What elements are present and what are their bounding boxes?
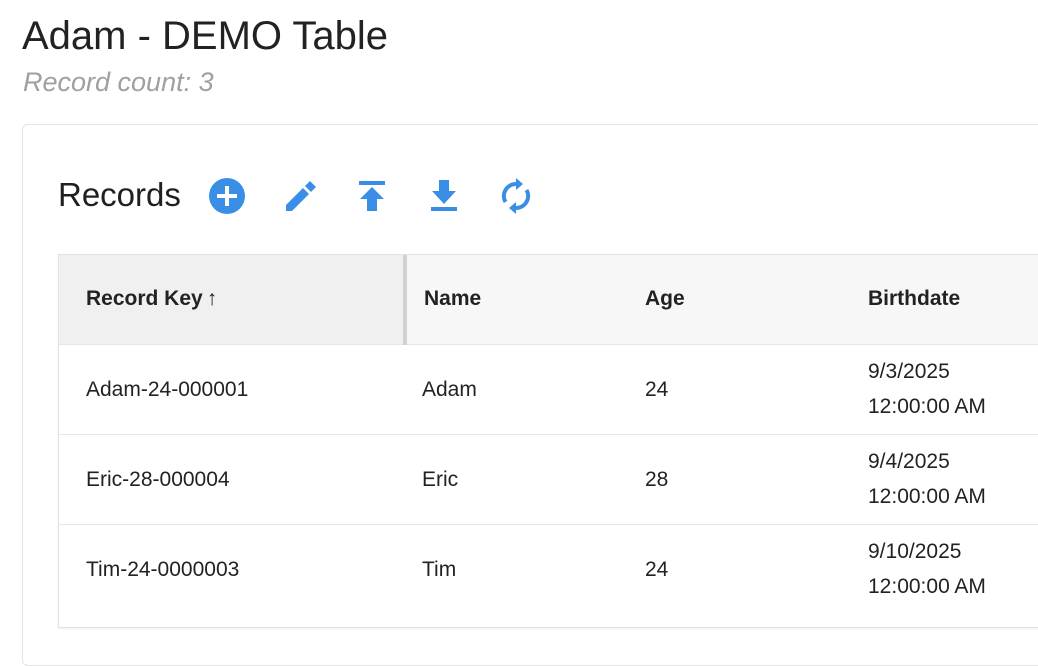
download-button[interactable] — [425, 177, 463, 215]
column-header-birthdate[interactable]: Birthdate — [851, 255, 1038, 344]
upload-button[interactable] — [353, 177, 391, 215]
cell-name: Eric — [422, 467, 459, 491]
cell-age: 24 — [645, 377, 669, 401]
records-heading: Records — [58, 176, 181, 213]
sort-ascending-icon: ↑ — [206, 287, 218, 311]
birthdate-time: 12:00:00 AM — [868, 485, 986, 508]
birthdate-time: 12:00:00 AM — [868, 575, 986, 599]
birthdate-date: 9/4/2025 — [868, 450, 950, 473]
table-header-row: Record Key ↑ Name Age Birthdate — [59, 255, 1038, 344]
birthdate-date: 9/3/2025 — [868, 360, 950, 383]
cell-name: Adam — [422, 377, 477, 401]
cell-record-key: Tim-24-0000003 — [86, 557, 240, 581]
column-header-age[interactable]: Age — [628, 255, 851, 344]
records-table: Record Key ↑ Name Age Birthdate Adam-24-0… — [58, 254, 1038, 628]
cell-birthdate: 9/10/2025 12:00:00 AM — [851, 524, 1038, 614]
column-header-name[interactable]: Name — [405, 255, 628, 344]
cell-birthdate: 9/3/2025 12:00:00 AM — [851, 344, 1038, 434]
cell-age: 28 — [645, 467, 669, 491]
birthdate-time: 12:00:00 AM — [868, 395, 986, 418]
edit-record-button[interactable] — [281, 177, 319, 215]
column-header-label: Record Key — [86, 287, 203, 311]
birthdate-date: 9/10/2025 — [868, 540, 962, 564]
table-row[interactable]: Adam-24-000001 Adam 24 9/3/2025 12:00:00 … — [59, 344, 1038, 434]
plus-circle-icon — [209, 178, 245, 214]
cell-age: 24 — [645, 557, 669, 581]
add-record-button[interactable] — [208, 177, 246, 215]
cell-record-key: Eric-28-000004 — [86, 467, 230, 491]
refresh-icon — [501, 178, 531, 214]
refresh-button[interactable] — [497, 177, 535, 215]
upload-icon — [359, 181, 385, 211]
cell-record-key: Adam-24-000001 — [86, 377, 249, 401]
cell-name: Tim — [422, 557, 457, 581]
page-title: Adam - DEMO Table — [22, 14, 389, 58]
download-icon — [431, 180, 457, 211]
column-header-record-key[interactable]: Record Key ↑ — [59, 255, 407, 344]
table-row[interactable]: Tim-24-0000003 Tim 24 9/10/2025 12:00:00 … — [59, 524, 1038, 614]
pencil-icon — [286, 181, 316, 211]
cell-birthdate: 9/4/2025 12:00:00 AM — [851, 434, 1038, 524]
table-row[interactable]: Eric-28-000004 Eric 28 9/4/2025 12:00:00 … — [59, 434, 1038, 524]
record-count: Record count: 3 — [23, 67, 214, 97]
